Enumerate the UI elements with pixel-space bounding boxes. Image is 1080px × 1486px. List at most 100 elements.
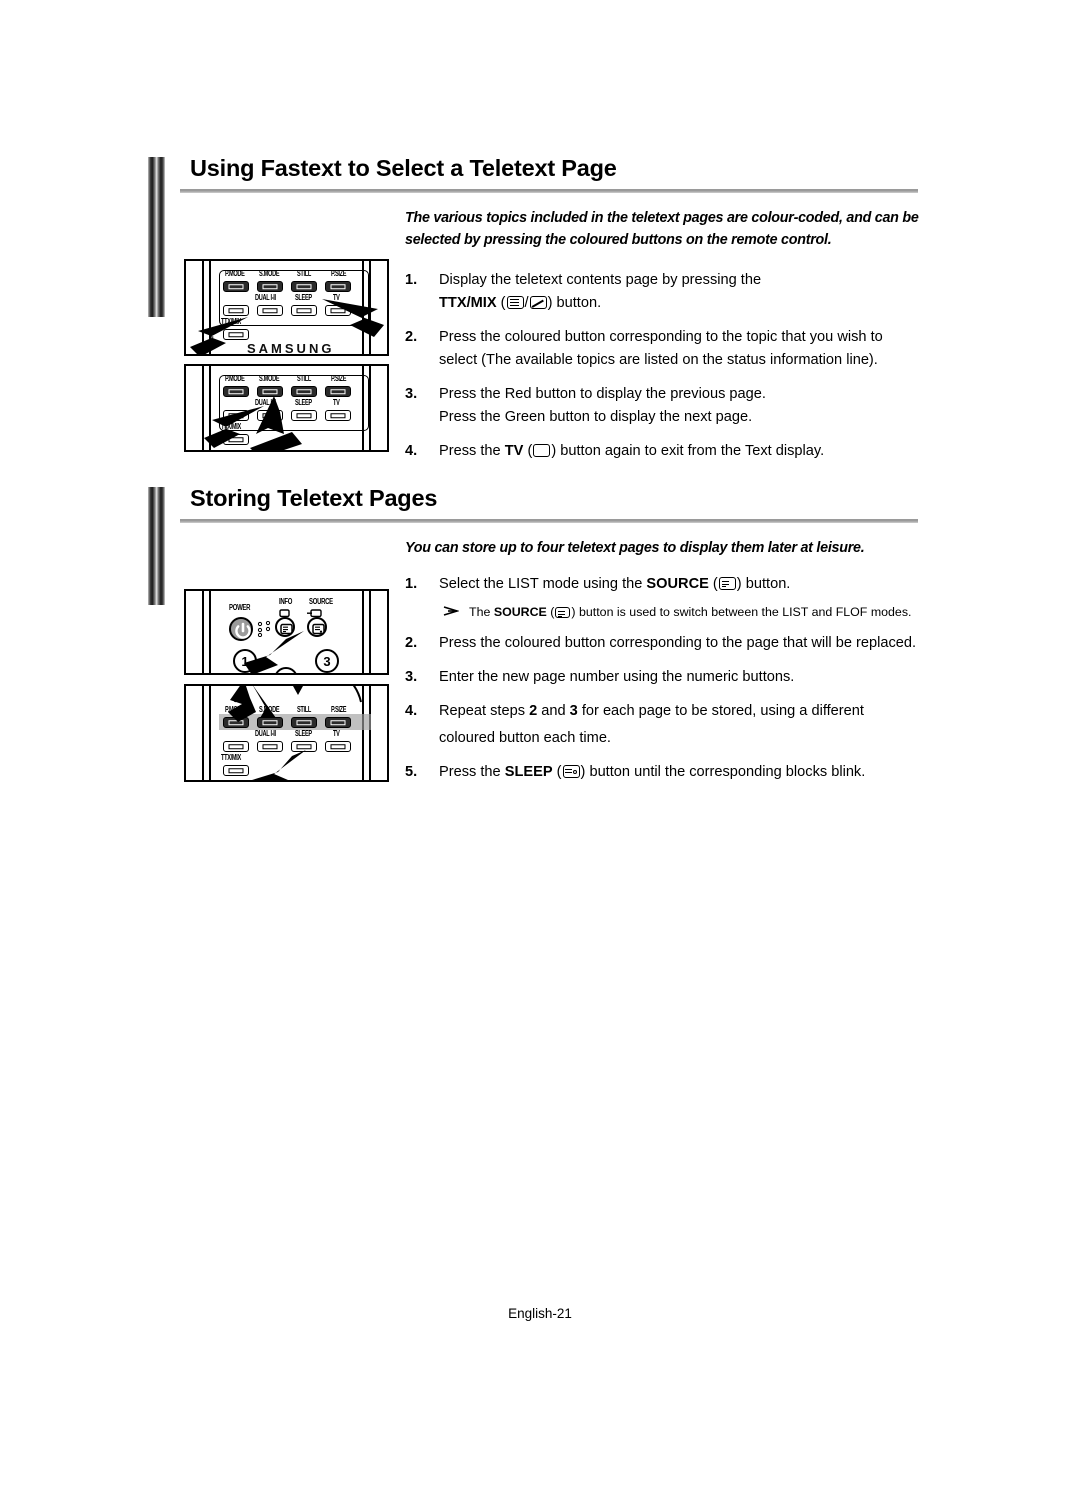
key-label-smode: S.MODE (259, 270, 280, 279)
button-name-sleep: SLEEP (504, 764, 553, 780)
key-sleep[interactable] (291, 410, 317, 421)
key-unlabeled[interactable] (223, 741, 249, 752)
paren-close: ) (736, 576, 742, 592)
key-label-pmode: P.MODE (225, 375, 245, 384)
manual-page: Using Fastext to Select a Teletext Page … (0, 0, 1080, 1486)
step-text-line2: coloured button each time. (439, 730, 611, 746)
key-label-sleep: SLEEP (295, 294, 312, 303)
brand-watermark: SAMSUNG (247, 341, 335, 356)
key-psize[interactable] (325, 386, 351, 397)
step-number: 4. (405, 443, 418, 459)
step-number: 3. (405, 386, 418, 402)
paren-open: ( (500, 295, 506, 311)
paren-close: ) (571, 605, 576, 619)
step-text: Press the SLEEP () button until the corr… (439, 761, 938, 784)
key-smode[interactable] (257, 281, 283, 292)
key-sleep-glyph (296, 412, 312, 419)
steps-list: 1. Display the teletext contents page by… (405, 269, 938, 463)
step-text-mid: and (541, 703, 566, 719)
step-text-line2: select (The available topics are listed … (439, 352, 878, 368)
key-unlabeled-glyph (228, 743, 244, 750)
step-ref-2: 2 (529, 703, 538, 719)
step-item: 3. Press the Red button to display the p… (405, 383, 938, 429)
step-text: Display the teletext contents page by pr… (439, 272, 762, 288)
note-button-name: SOURCE (493, 605, 547, 619)
key-label-sleep: SLEEP (295, 730, 312, 739)
step-item: 4. Press the TV () button again to exit … (405, 440, 938, 463)
key-tv[interactable] (325, 410, 351, 421)
section-lead-text: The various topics included in the telet… (405, 210, 919, 248)
key-psize[interactable] (325, 717, 351, 728)
key-ttxmix-glyph (228, 767, 244, 774)
step-number: 2. (405, 329, 418, 345)
key-psize-glyph (330, 388, 346, 395)
key-still-glyph (296, 283, 312, 290)
key-dual[interactable] (257, 305, 283, 316)
key-psize-glyph (330, 283, 346, 290)
step-text-head: Repeat steps (439, 703, 525, 719)
callout-arrow-ttxmix (190, 317, 248, 354)
key-still[interactable] (291, 281, 317, 292)
tv-icon (533, 444, 551, 457)
key-label-power: POWER (229, 604, 251, 613)
step-text-line2: TTX/MIX (/) button. (439, 292, 938, 315)
key-label-dual: DUAL I-II (255, 730, 276, 739)
callout-arrow-smode (228, 686, 276, 722)
source-icon (718, 577, 736, 590)
key-sleep-glyph (296, 307, 312, 314)
paren-open: ( (527, 443, 533, 459)
step-text: Press the TV () button again to exit fro… (439, 440, 938, 463)
step-number: 3. (405, 669, 418, 685)
key-label-pmode: P.MODE (225, 270, 245, 279)
mix-icon (529, 296, 547, 309)
remote-illustration-sleep: P.MODE S.MODE STILL P.SIZE DUAL I-II SLE… (184, 684, 389, 782)
button-name-tv: TV (504, 443, 524, 459)
step-item: 2. Press the coloured button correspondi… (405, 326, 938, 372)
step-text-head: Press the (439, 764, 501, 780)
key-still-glyph (296, 388, 312, 395)
section-using-fastext: Using Fastext to Select a Teletext Page … (148, 155, 938, 459)
step-item: 3. Enter the new page number using the n… (405, 666, 938, 689)
key-ttxmix[interactable] (223, 765, 249, 776)
paren-close: ) (547, 295, 553, 311)
source-icon (555, 607, 571, 618)
step-item: 4. Repeat steps 2 and 3 for each page to… (405, 700, 938, 750)
key-pmode-glyph (228, 388, 244, 395)
key-label-info: INFO (279, 598, 293, 607)
key-dual-glyph (262, 307, 278, 314)
key-label-tv: TV (333, 399, 340, 408)
page-title: Using Fastext to Select a Teletext Page (190, 155, 617, 181)
callout-arrow-bottom (250, 432, 302, 450)
step-text-line2: Press the Green button to display the ne… (439, 409, 753, 425)
key-pmode[interactable] (223, 281, 249, 292)
key-number-3[interactable]: 3 (315, 649, 339, 673)
callout-arrow-source (244, 631, 304, 673)
step-number: 1. (405, 576, 418, 592)
key-label-still: STILL (297, 270, 312, 279)
step-number: 2. (405, 635, 418, 651)
page-footer: English-21 (508, 1306, 572, 1321)
step-number: 5. (405, 764, 418, 780)
step-item: 1. Select the LIST mode using the SOURCE… (405, 573, 938, 621)
key-label-still: STILL (297, 375, 312, 384)
instructions-column: You can store up to four teletext pages … (405, 537, 938, 784)
section-header: Using Fastext to Select a Teletext Page (148, 155, 938, 317)
callout-arrow-sleep (252, 750, 306, 780)
key-still[interactable] (291, 386, 317, 397)
paren-open: ( (712, 576, 718, 592)
note-bullet-icon (443, 606, 459, 616)
section-body: POWER INFO SOURCE 1 3 STILL P.SIZE DUAL … (148, 537, 938, 817)
step-text: Enter the new page number using the nume… (439, 669, 795, 685)
key-label-psize: P.SIZE (331, 706, 347, 715)
key-label-tv: TV (333, 730, 340, 739)
ttx-icon (506, 296, 524, 309)
key-label-ttxmix: TTX/MIX (221, 754, 241, 763)
key-tv[interactable] (325, 741, 351, 752)
step-text-head: Select the LIST mode using the (439, 576, 643, 592)
step-text-tail: button. (745, 576, 791, 592)
key-psize[interactable] (325, 281, 351, 292)
glyph-separator: / (524, 295, 529, 311)
instructions-column: The various topics included in the telet… (405, 207, 938, 463)
key-label-psize: P.SIZE (331, 375, 347, 384)
callout-arrow-tv (322, 299, 384, 337)
